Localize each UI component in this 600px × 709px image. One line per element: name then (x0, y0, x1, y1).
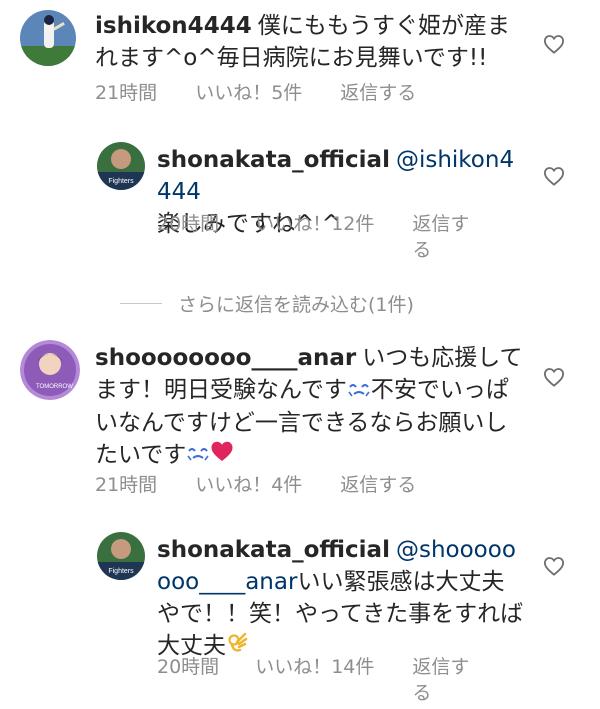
divider-line (120, 302, 162, 304)
reply-time: 20時間 (157, 213, 220, 235)
anxious-face-emoji (186, 439, 210, 471)
heart-outline-icon (543, 35, 565, 54)
comment-likes[interactable]: いいね！4件 (195, 470, 302, 497)
comment-username[interactable]: shoooooooo____anar (95, 345, 356, 371)
reply-username[interactable]: shonakata_official (157, 147, 390, 173)
like-button[interactable] (543, 34, 565, 54)
svg-text:TOMORROW: TOMORROW (36, 384, 73, 390)
reply-likes[interactable]: いいね！14件 (255, 654, 374, 706)
reply-likes[interactable]: いいね！12件 (255, 211, 374, 263)
load-more-label: さらに返信を読み込む(1件) (178, 293, 414, 316)
reply-time: 20時間 (157, 656, 220, 678)
reply-meta: 20時間 いいね！12件 返信す る (157, 211, 469, 263)
avatar[interactable]: Fighters (97, 142, 145, 190)
reply-username[interactable]: shonakata_official (157, 537, 390, 563)
reply-button-line2: る (412, 239, 432, 261)
heart-outline-icon (543, 167, 565, 186)
anxious-face-emoji (347, 375, 371, 407)
reply-button-line1: 返信す (412, 656, 470, 678)
comment-time: 21時間 (95, 474, 158, 496)
reply-meta: 20時間 いいね！14件 返信す る (157, 654, 469, 706)
heart-outline-icon (543, 557, 565, 576)
reply-button[interactable]: 返信す る (412, 654, 469, 706)
reply-button-line2: る (412, 682, 432, 704)
like-button[interactable] (543, 556, 565, 576)
comment-text: shoooooooo____anar いつも応援してます！明日受験なんです 不安でい… (95, 342, 525, 471)
red-heart-emoji (210, 439, 234, 471)
comment-likes[interactable]: いいね！5件 (195, 78, 302, 105)
svg-text:Fighters: Fighters (108, 178, 134, 185)
svg-text:Fighters: Fighters (108, 568, 134, 575)
comment-time: 21時間 (95, 82, 158, 104)
like-button[interactable] (543, 367, 565, 387)
comment-text: ishikon4444 僕にももうすぐ姫が産まれます^o^毎日病院にお見舞いです!… (95, 10, 525, 74)
reply-button[interactable]: 返信す る (412, 211, 469, 263)
avatar[interactable] (20, 10, 76, 66)
comment-meta: 21時間 いいね！4件 返信する (95, 470, 416, 497)
reply-button[interactable]: 返信する (340, 470, 416, 497)
reply-button-line1: 返信す (412, 213, 470, 235)
heart-outline-icon (543, 368, 565, 387)
reply-button[interactable]: 返信する (340, 78, 416, 105)
like-button[interactable] (543, 166, 565, 186)
avatar[interactable]: Fighters (97, 532, 145, 580)
load-more-replies[interactable]: さらに返信を読み込む(1件) (120, 288, 414, 318)
comment-username[interactable]: ishikon4444 (95, 13, 252, 39)
reply-text: shonakata_official @shoooooooo____anarいい緊… (157, 534, 527, 663)
avatar[interactable]: TOMORROW (20, 340, 80, 400)
comment-meta: 21時間 いいね！5件 返信する (95, 78, 416, 105)
